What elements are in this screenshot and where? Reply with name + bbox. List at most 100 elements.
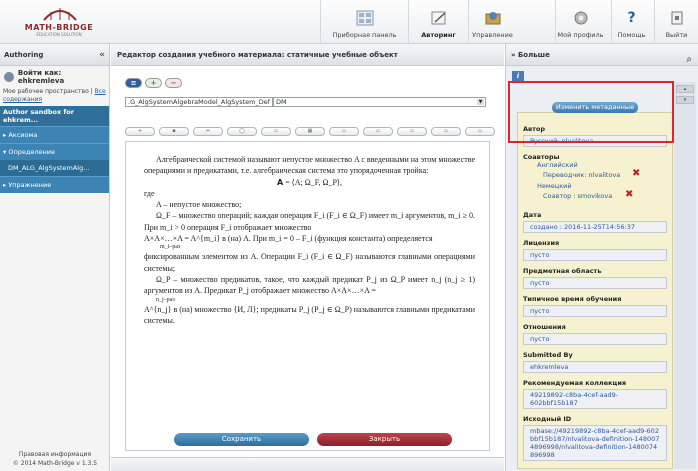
- top-header: MATH-BRIDGE EDUCATION SOLUTION Приборная…: [0, 0, 698, 44]
- sidebar-header: Authoring «: [0, 44, 109, 66]
- login-info: Войти как: ehkremleva: [0, 66, 109, 88]
- omdoc-icon[interactable]: ◯: [227, 127, 257, 136]
- menu-button[interactable]: ≡: [125, 78, 142, 88]
- chevron-down-icon: ▼: [477, 99, 484, 105]
- license-value: пусто: [523, 249, 667, 261]
- language-select[interactable]: DM ▼: [273, 97, 486, 107]
- image-icon[interactable]: ▫: [261, 127, 291, 136]
- content-editor-area[interactable]: Алгебраической системой называют непусто…: [125, 141, 490, 451]
- nav-label: Помощь: [617, 31, 646, 39]
- nav-dashboard[interactable]: Приборная панель: [320, 0, 408, 44]
- table-icon[interactable]: ▦: [295, 127, 325, 136]
- nav-label: Управление: [472, 31, 513, 39]
- remove-coauthor-icon[interactable]: ✖: [632, 168, 640, 179]
- sidebar-item-axiom[interactable]: ▸ Аксиома: [0, 126, 109, 143]
- side-strip: ▴ ▾: [674, 82, 696, 469]
- nav-label: Авторинг: [421, 31, 456, 39]
- right-header: » Больше ⌕: [506, 44, 698, 66]
- profile-icon: [572, 9, 590, 27]
- remove-coauthor-icon[interactable]: ✖: [625, 189, 633, 200]
- nav-help[interactable]: ? Помощь: [611, 0, 651, 44]
- link-icon[interactable]: ⇔: [193, 127, 223, 136]
- management-icon: [484, 9, 502, 27]
- help-icon: ?: [627, 10, 636, 26]
- collapse-left-icon[interactable]: «: [99, 44, 105, 66]
- subject-label: Предметная область: [523, 267, 602, 275]
- sidebar-item-dm-alg[interactable]: DM_ALG_AlgSystemAlg...: [0, 160, 109, 176]
- search-icon[interactable]: ⌕: [686, 49, 692, 71]
- date-value: создано : 2016-11-25T14:56:37: [523, 221, 667, 233]
- date-label: Дата: [523, 211, 542, 219]
- info-icon[interactable]: i: [512, 71, 524, 81]
- editor-paragraph: Алгебраической системой называют непусто…: [144, 155, 475, 176]
- metadata-card: Автор Русский: nlvalitova Соавторы Англи…: [517, 112, 673, 469]
- learning-time-value: пусто: [523, 305, 667, 317]
- logout-icon: [668, 9, 686, 27]
- strip-button-icon[interactable]: ▴: [676, 85, 694, 93]
- code-icon[interactable]: ▫: [397, 127, 427, 136]
- strip-button-icon[interactable]: ▾: [676, 96, 694, 104]
- editor-paragraph: A^{n_j} в (на) множество {И, Л}; предика…: [144, 304, 475, 325]
- editor-toolbar: + ▪ ⇔ ◯ ▫ ▦ ▫ ▫ ▫ ▫ ▫: [125, 127, 495, 136]
- logo-name: MATH-BRIDGE: [24, 23, 94, 32]
- formula-icon[interactable]: ▫: [363, 127, 393, 136]
- nav-label: Выйти: [665, 31, 688, 39]
- plus-icon[interactable]: +: [125, 127, 155, 136]
- editor-paragraph: где: [144, 188, 155, 198]
- editor-paragraph: A×A×…×A = A^{m_i} в (на) A. При m_i = 0 …: [144, 234, 433, 244]
- editor-controls: ≡ + −: [125, 78, 182, 88]
- license-label: Лицензия: [523, 239, 560, 247]
- collection-value: 49219892-c8ba-4cef-aad9-602bbf15b187: [523, 389, 667, 409]
- sidebar-item-definition[interactable]: ▾ Определение: [0, 143, 109, 160]
- relations-label: Отношения: [523, 323, 566, 331]
- source-icon[interactable]: ▫: [465, 127, 495, 136]
- close-button[interactable]: Закрыть: [317, 433, 452, 446]
- user-avatar-icon: [4, 72, 14, 82]
- math-bridge-logo[interactable]: MATH-BRIDGE EDUCATION SOLUTION: [24, 4, 94, 38]
- expand-icon[interactable]: »: [511, 51, 518, 59]
- editor-paragraph: A – непустое множество;: [156, 200, 242, 210]
- left-sidebar: Authoring « Войти как: ehkremleva Мое ра…: [0, 44, 110, 471]
- add-row-icon[interactable]: ▪: [159, 127, 189, 136]
- submitted-value: ehkremleva: [523, 361, 667, 373]
- coauthor-lang-1: Английский: [537, 161, 578, 169]
- right-panel: » Больше ⌕ i ▴ ▾ Автор Русский: nlvalito…: [505, 44, 698, 471]
- editor-title: Редактор создания учебного материала: ст…: [111, 44, 504, 66]
- edit-metadata-button[interactable]: Изменить метаданные: [552, 102, 638, 113]
- remove-button[interactable]: −: [165, 78, 182, 88]
- coauthors-field: Соавторы Английский Переводчик: nlvalito…: [523, 153, 667, 205]
- relations-value: пусто: [523, 333, 667, 345]
- editor-formula: 𝗔 = ⟨A; Ω_F, Ω_P⟩,: [276, 177, 343, 187]
- coauthors-label: Соавторы: [523, 153, 560, 161]
- nav-authoring[interactable]: Авторинг: [408, 0, 468, 44]
- math-icon[interactable]: ▫: [329, 127, 359, 136]
- workspace-label: Мое рабочее пространство |: [3, 88, 95, 95]
- submitted-label: Submitted By: [523, 351, 573, 359]
- object-id-value: .G_AlgSystemAlgebraModel_AlgSystem_Def: [128, 98, 271, 106]
- source-id-value: mbase://49219892-c8ba-4cef-aad9-602bbf15…: [523, 425, 667, 461]
- editor-paragraph: Ω_P – множество предикатов, такое, что к…: [144, 274, 475, 296]
- preview-icon[interactable]: ▫: [431, 127, 461, 136]
- editor-paragraph: Ω_F – множество операций; каждая операци…: [144, 211, 475, 232]
- license-field: Лицензия пусто: [523, 239, 667, 261]
- legal-info-link[interactable]: Правовая информация: [0, 450, 110, 459]
- nav-logout[interactable]: Выйти: [654, 0, 698, 44]
- add-button[interactable]: +: [145, 78, 162, 88]
- sidebar-item-exercise[interactable]: ▸ Упражнение: [0, 176, 109, 193]
- coauthor-lang-2: Немецкий: [537, 182, 572, 190]
- logo-bridge-icon: [43, 8, 77, 21]
- subject-value: пусто: [523, 277, 667, 289]
- editor-bottom-bar: [111, 457, 504, 471]
- submitted-field: Submitted By ehkremleva: [523, 351, 667, 373]
- nav-profile[interactable]: Мой профиль: [555, 0, 605, 44]
- source-id-label: Исходный ID: [523, 415, 572, 423]
- save-button[interactable]: Сохранить: [174, 433, 309, 446]
- login-text: Войти как: ehkremleva: [17, 69, 65, 85]
- relations-field: Отношения пусто: [523, 323, 667, 345]
- copyright: © 2014 Math-Bridge v 1.3.5: [12, 460, 98, 467]
- nav-management[interactable]: Управление: [468, 0, 516, 44]
- coauthor-role-1: Переводчик: nlvalitova: [543, 171, 621, 179]
- logo-tagline: EDUCATION SOLUTION: [36, 32, 82, 37]
- sandbox-title[interactable]: Author sandbox for ehkrem...: [0, 106, 109, 126]
- object-id-select[interactable]: .G_AlgSystemAlgebraModel_AlgSystem_Def: [125, 97, 273, 107]
